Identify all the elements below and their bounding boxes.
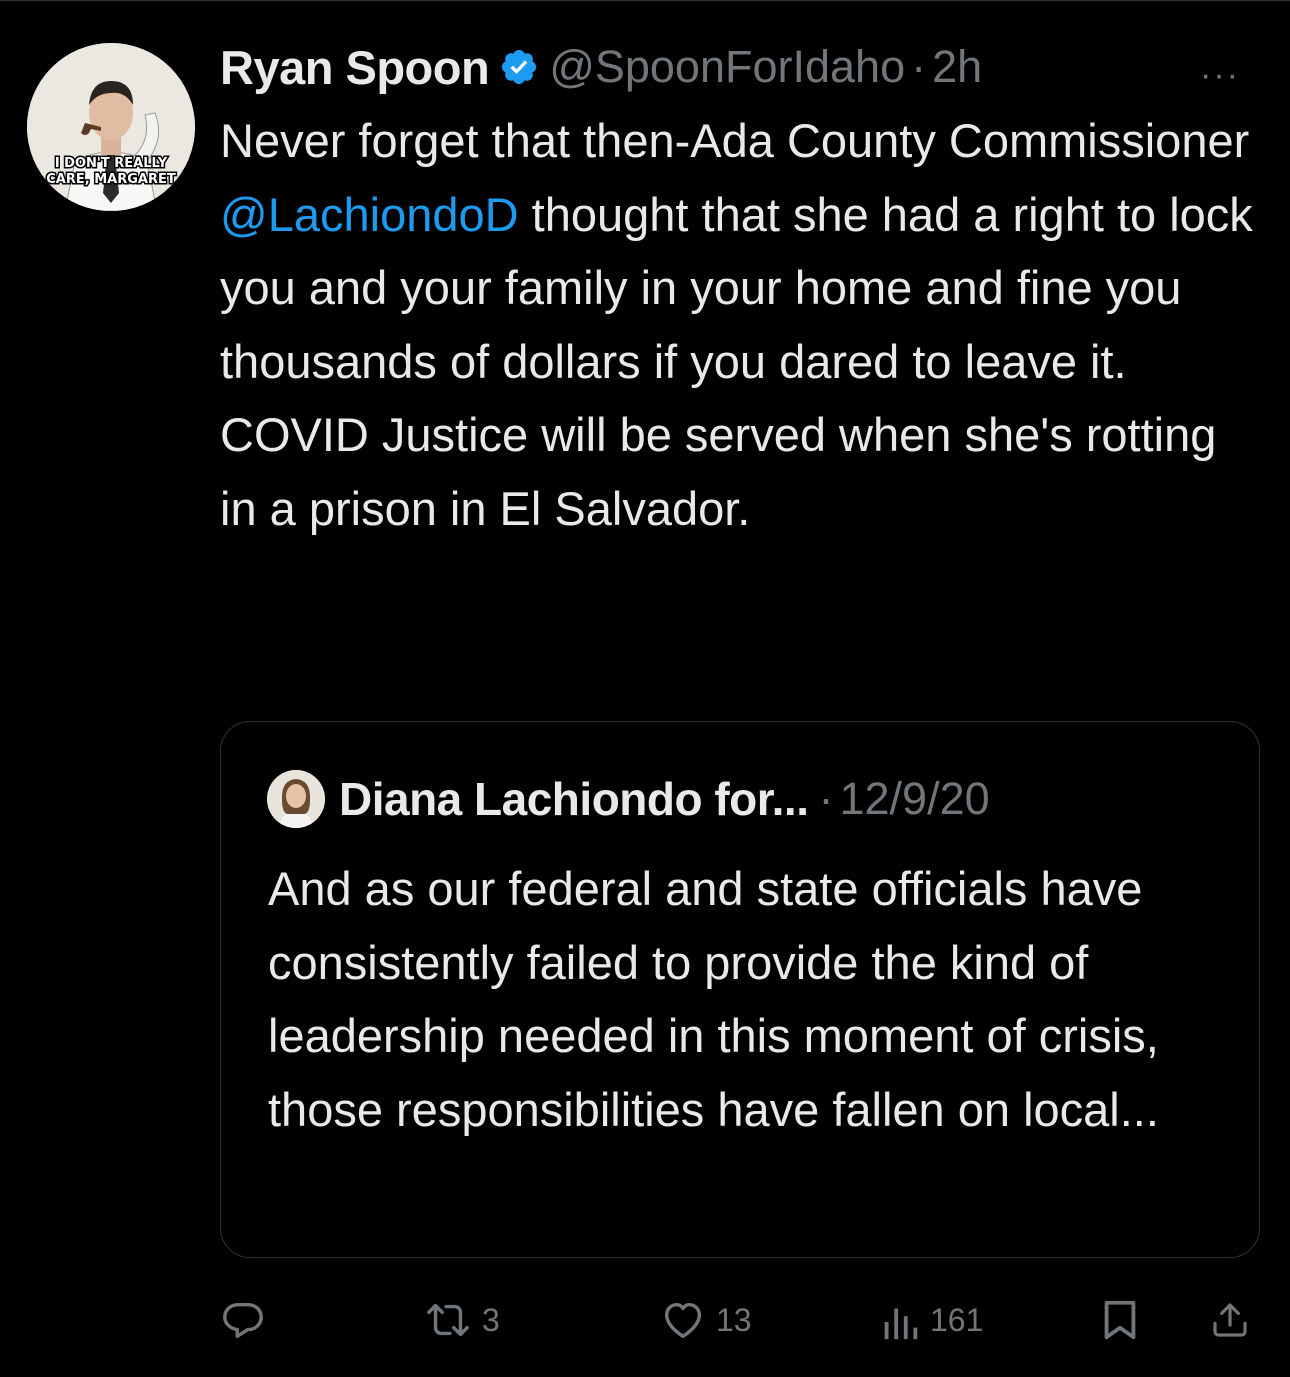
- avatar-caption-line1: I DON'T REALLY: [55, 156, 168, 171]
- quoted-author-avatar: [267, 770, 325, 828]
- verified-badge-icon[interactable]: [499, 47, 539, 87]
- tweet-text-part1: Never forget that then-Ada County Commis…: [220, 114, 1250, 167]
- avatar-caption-line2: CARE, MARGARET: [46, 172, 176, 187]
- quoted-tweet-text: And as our federal and state officials h…: [268, 862, 1159, 1136]
- tweet-text: Never forget that then-Ada County Commis…: [220, 104, 1260, 545]
- action-bar: 3 13 161: [220, 1290, 1270, 1350]
- quoted-tweet-header: Diana Lachiondo for... · 12/9/20: [267, 767, 990, 831]
- like-button[interactable]: 13: [660, 1290, 752, 1350]
- reply-button[interactable]: [220, 1290, 266, 1350]
- share-icon: [1213, 1303, 1247, 1337]
- quoted-separator: ·: [818, 773, 834, 824]
- share-button[interactable]: [1210, 1290, 1250, 1350]
- retweet-button[interactable]: 3: [424, 1290, 500, 1350]
- retweet-count: 3: [482, 1301, 500, 1338]
- quoted-tweet-card[interactable]: Diana Lachiondo for... · 12/9/20 And as …: [220, 721, 1260, 1258]
- views-count: 161: [930, 1301, 984, 1338]
- bookmark-icon: [1104, 1300, 1136, 1340]
- views-button[interactable]: 161: [880, 1290, 983, 1350]
- quoted-author-name[interactable]: Diana Lachiondo for...: [339, 772, 809, 826]
- tweet-timestamp[interactable]: 2h: [932, 41, 982, 93]
- reply-icon: [223, 1302, 263, 1339]
- quoted-avatar-image: [267, 770, 325, 828]
- like-count: 13: [716, 1301, 752, 1338]
- bookmark-button[interactable]: [1100, 1290, 1140, 1350]
- author-display-name[interactable]: Ryan Spoon: [220, 40, 490, 95]
- retweet-icon: [427, 1303, 469, 1337]
- author-avatar[interactable]: I DON'T REALLY CARE, MARGARET: [27, 43, 195, 211]
- author-handle[interactable]: @SpoonForIdaho: [549, 41, 905, 93]
- header-separator: ·: [911, 41, 927, 92]
- quoted-date: 12/9/20: [839, 773, 990, 824]
- mention-link[interactable]: @LachiondoD: [220, 188, 519, 241]
- views-icon: [884, 1308, 918, 1340]
- tweet-header: Ryan Spoon @SpoonForIdaho · 2h ···: [220, 34, 1270, 100]
- top-divider: [0, 0, 1290, 1]
- author-avatar-image: I DON'T REALLY CARE, MARGARET: [27, 43, 195, 211]
- heart-icon: [664, 1302, 702, 1339]
- more-options-icon[interactable]: ···: [1200, 56, 1240, 95]
